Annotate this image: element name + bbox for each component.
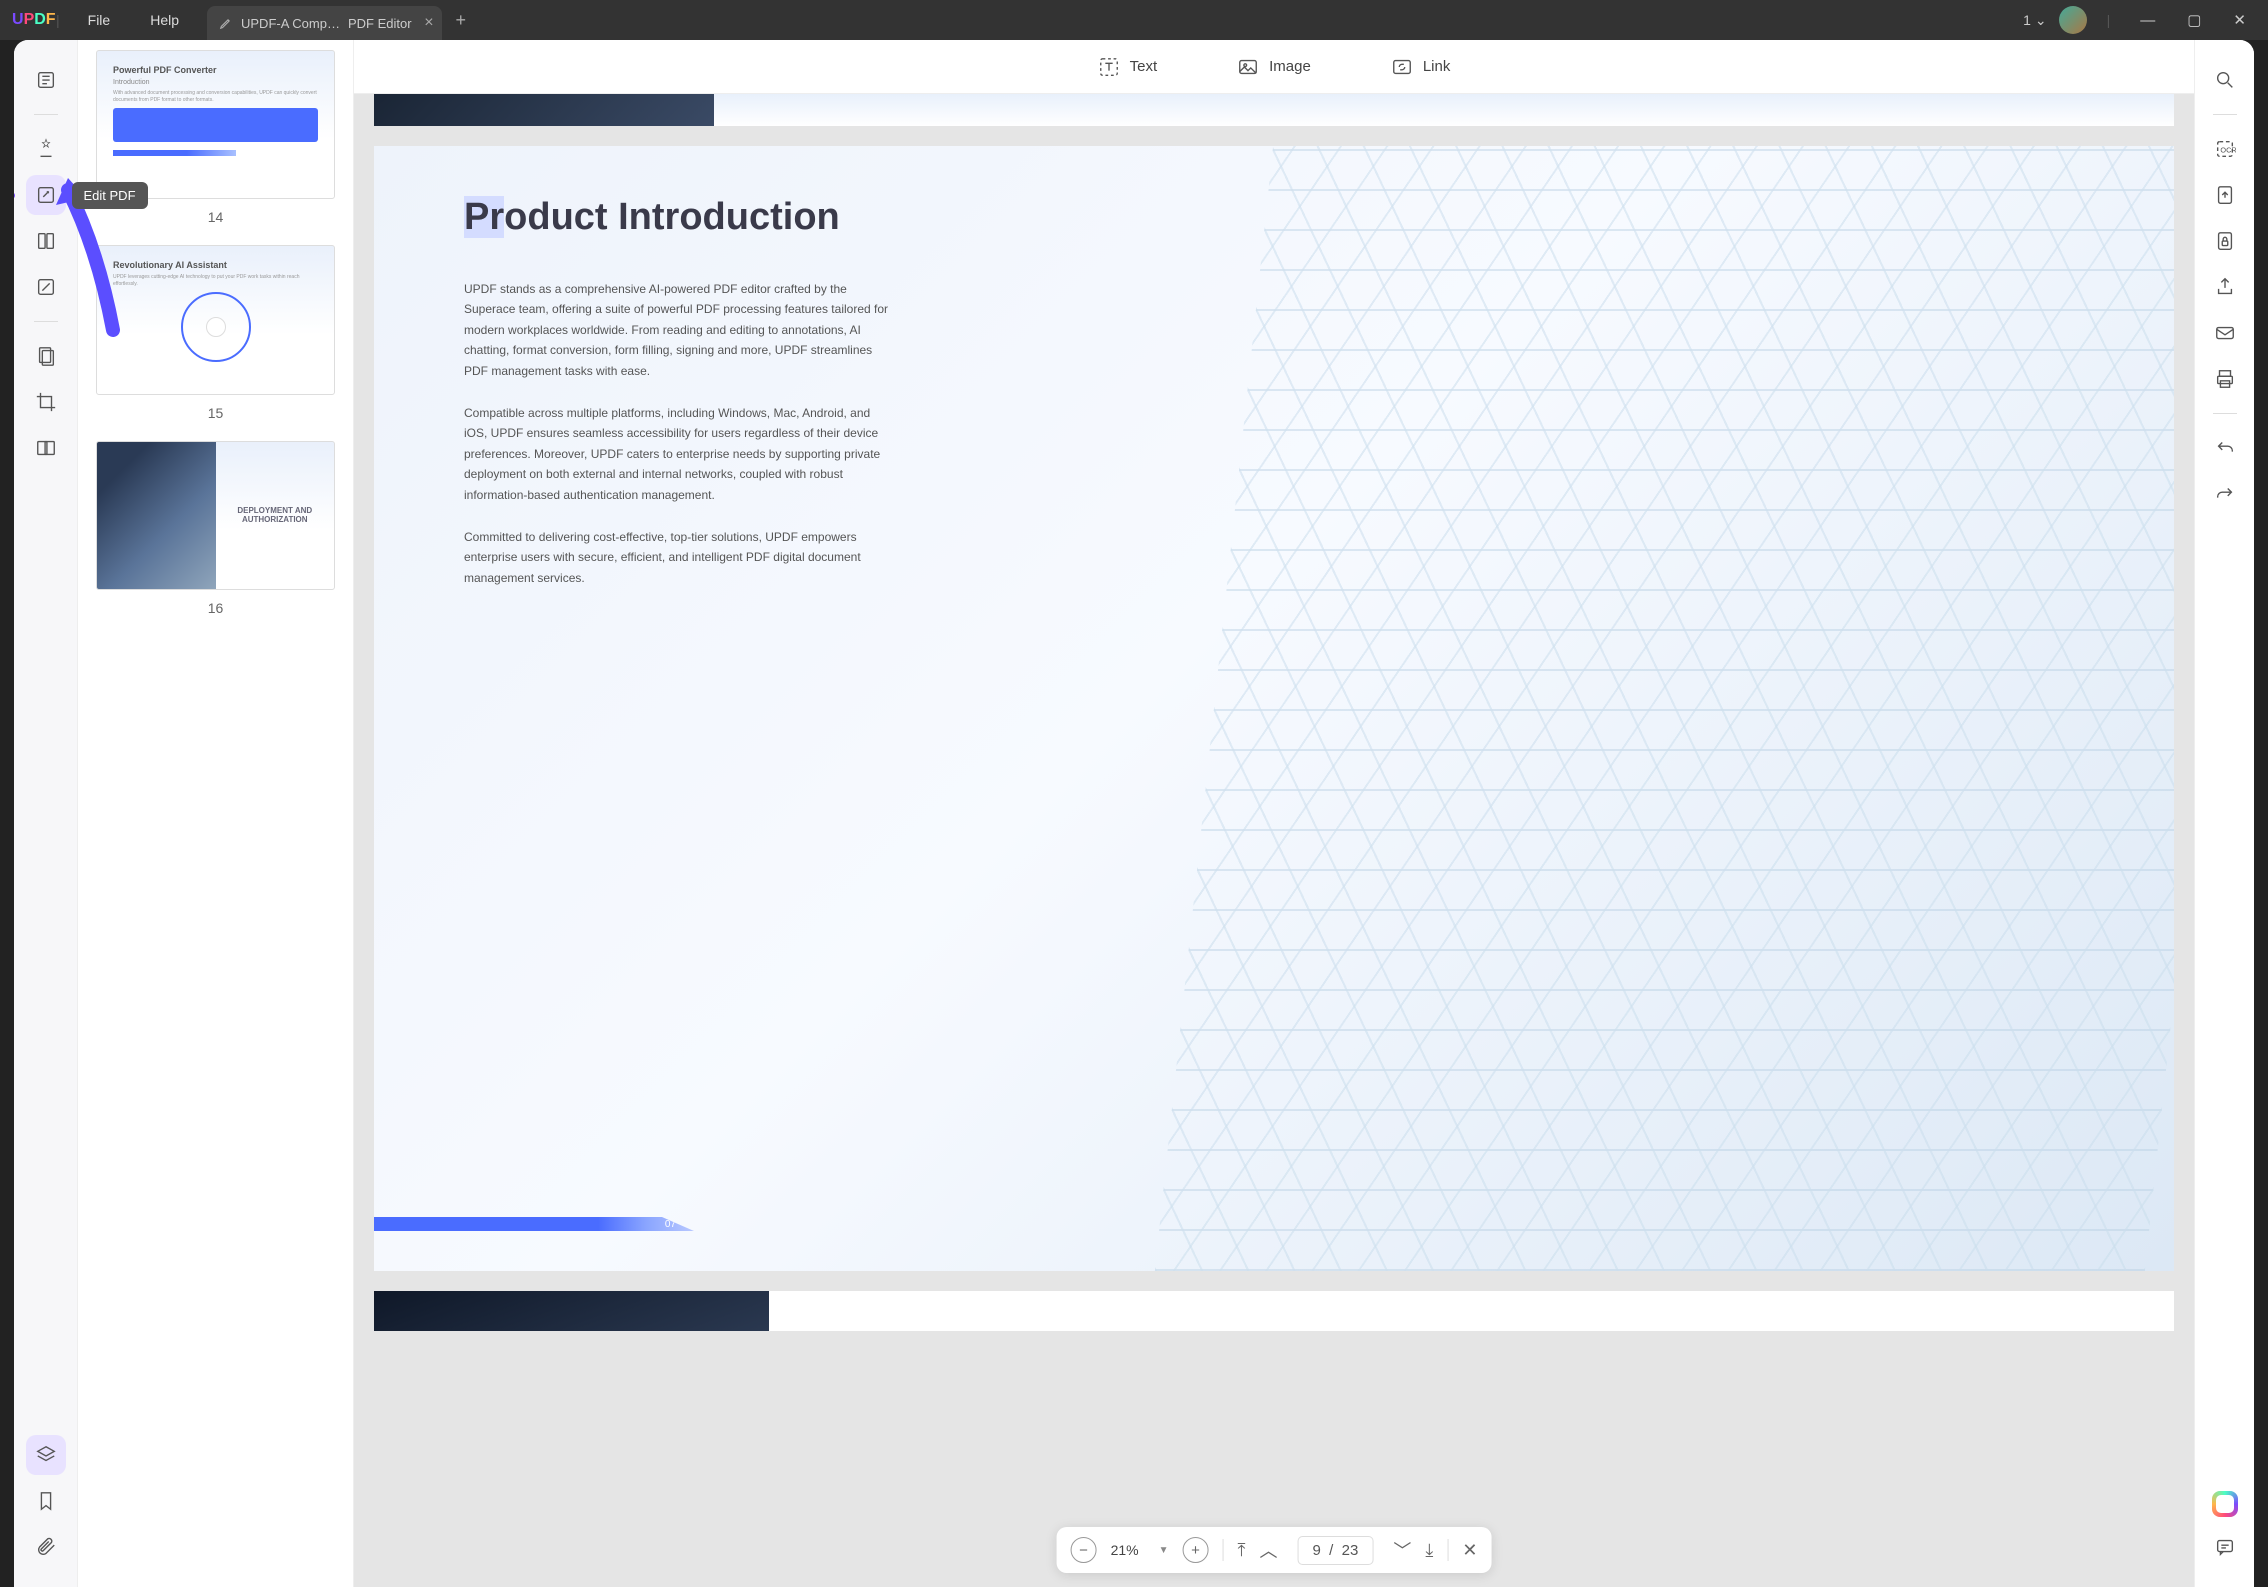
page-number-bar: 07 — [374, 1217, 694, 1231]
zoom-navigation-bar: − 21% ▼ + ⤒ ︿ 9 / 23 ﹀ ⤓ ✕ — [1057, 1527, 1492, 1573]
thumb-body: UPDF leverages cutting-edge AI technolog… — [113, 274, 318, 288]
user-avatar[interactable] — [2059, 6, 2087, 34]
compare-tool[interactable] — [26, 428, 66, 468]
page-heading[interactable]: Product Introduction — [464, 196, 894, 239]
separator — [1223, 1539, 1224, 1561]
count-value: 1 — [2023, 12, 2031, 28]
zoom-value: 21% — [1111, 1542, 1139, 1558]
prev-page-button[interactable]: ︿ — [1259, 1537, 1277, 1563]
page-indicator[interactable]: 9 / 23 — [1297, 1536, 1373, 1565]
divider: | — [56, 12, 60, 28]
thumbnail-16[interactable]: DEPLOYMENT AND AUTHORIZATION 16 — [96, 441, 335, 616]
thumb-caption: DEPLOYMENT AND AUTHORIZATION — [216, 442, 335, 589]
thumb-body: With advanced document processing and co… — [113, 90, 318, 104]
fill-sign-tool[interactable] — [26, 267, 66, 307]
active-indicator — [14, 192, 15, 199]
thumb-number: 15 — [96, 405, 335, 421]
tooltip: Edit PDF — [72, 182, 148, 209]
thumb-number: 14 — [96, 209, 335, 225]
window-count[interactable]: 1 ⌄ — [2023, 12, 2047, 29]
next-page-button[interactable]: ﹀ — [1393, 1537, 1411, 1563]
email-button[interactable] — [2205, 313, 2245, 353]
right-toolbar: OCR — [2194, 40, 2254, 1587]
divider: | — [2107, 12, 2111, 28]
share-button[interactable] — [2205, 267, 2245, 307]
close-bar-button[interactable]: ✕ — [1462, 1540, 1477, 1561]
background-image — [1155, 146, 2174, 1271]
add-tab-button[interactable]: + — [456, 10, 467, 31]
last-page-button[interactable]: ⤓ — [1425, 1540, 1433, 1561]
undo-button[interactable] — [2205, 428, 2245, 468]
pencil-icon — [219, 16, 233, 30]
svg-text:OCR: OCR — [2220, 146, 2236, 155]
thumb-bar — [113, 150, 236, 156]
previous-page-fragment — [374, 94, 2174, 126]
link-label: Link — [1423, 58, 1451, 75]
close-button[interactable]: ✕ — [2223, 7, 2256, 33]
separator — [34, 321, 58, 322]
thumb-title: Powerful PDF Converter — [113, 65, 318, 75]
text-label: Text — [1130, 58, 1158, 75]
first-page-button[interactable]: ⤒ — [1238, 1540, 1246, 1561]
image-tool[interactable]: Image — [1237, 56, 1311, 78]
page-paragraph[interactable]: Committed to delivering cost-effective, … — [464, 527, 894, 588]
close-icon[interactable]: × — [424, 14, 433, 32]
bookmark-tool[interactable] — [26, 1481, 66, 1521]
thumb-subtitle: Introduction — [113, 79, 318, 86]
page-paragraph[interactable]: UPDF stands as a comprehensive AI-powere… — [464, 279, 894, 381]
attachment-tool[interactable] — [26, 1527, 66, 1567]
protect-button[interactable] — [2205, 221, 2245, 261]
layers-tool[interactable] — [26, 1435, 66, 1475]
thumb-image — [97, 442, 216, 589]
chevron-down-icon: ⌄ — [2035, 12, 2047, 29]
crop-tool[interactable] — [26, 382, 66, 422]
redo-button[interactable] — [2205, 474, 2245, 514]
link-tool[interactable]: Link — [1391, 56, 1451, 78]
text-tool[interactable]: Text — [1098, 56, 1158, 78]
thumb-title: Revolutionary AI Assistant — [113, 260, 318, 270]
search-button[interactable] — [2205, 60, 2245, 100]
zoom-dropdown[interactable]: ▼ — [1159, 1545, 1169, 1556]
tab-title: UPDF-A Comp… — [241, 16, 340, 31]
menu-help[interactable]: Help — [130, 12, 199, 28]
separator — [34, 114, 58, 115]
zoom-in-button[interactable]: + — [1183, 1537, 1209, 1563]
thumb-number: 16 — [96, 600, 335, 616]
edit-toolbar: Text Image Link — [354, 40, 2194, 94]
thumbnail-15[interactable]: Revolutionary AI Assistant UPDF leverage… — [96, 245, 335, 420]
thumb-graphic — [181, 292, 251, 362]
separator — [2213, 114, 2237, 115]
titlebar: UPDF | File Help UPDF-A Comp… PDF Editor… — [0, 0, 2268, 40]
redact-tool[interactable] — [26, 336, 66, 376]
page-canvas[interactable]: Product Introduction UPDF stands as a co… — [354, 94, 2194, 1587]
minimize-button[interactable]: — — [2130, 8, 2165, 33]
organize-tool[interactable] — [26, 221, 66, 261]
menu-file[interactable]: File — [68, 12, 131, 28]
page-paragraph[interactable]: Compatible across multiple platforms, in… — [464, 403, 894, 505]
app-logo: UPDF — [0, 11, 48, 29]
tab-suffix: PDF Editor — [348, 16, 412, 31]
print-button[interactable] — [2205, 359, 2245, 399]
comment-tool[interactable] — [26, 129, 66, 169]
main-canvas-area: Text Image Link Product Introduction UPD… — [354, 40, 2194, 1587]
document-tab[interactable]: UPDF-A Comp… PDF Editor × — [207, 6, 442, 40]
thumb-graphic — [113, 108, 318, 142]
image-label: Image — [1269, 58, 1311, 75]
thumbnail-panel: Powerful PDF Converter Introduction With… — [78, 40, 354, 1587]
chat-button[interactable] — [2205, 1527, 2245, 1567]
separator — [1447, 1539, 1448, 1561]
ai-assistant-button[interactable] — [2212, 1491, 2238, 1517]
convert-button[interactable] — [2205, 175, 2245, 215]
zoom-out-button[interactable]: − — [1071, 1537, 1097, 1563]
separator — [2213, 413, 2237, 414]
document-page[interactable]: Product Introduction UPDF stands as a co… — [374, 146, 2174, 1271]
left-toolbar: Edit PDF — [14, 40, 78, 1587]
maximize-button[interactable]: ▢ — [2177, 7, 2211, 33]
next-page-fragment — [374, 1291, 2174, 1331]
ocr-button[interactable]: OCR — [2205, 129, 2245, 169]
edit-pdf-tool[interactable]: Edit PDF — [26, 175, 66, 215]
reader-tool[interactable] — [26, 60, 66, 100]
